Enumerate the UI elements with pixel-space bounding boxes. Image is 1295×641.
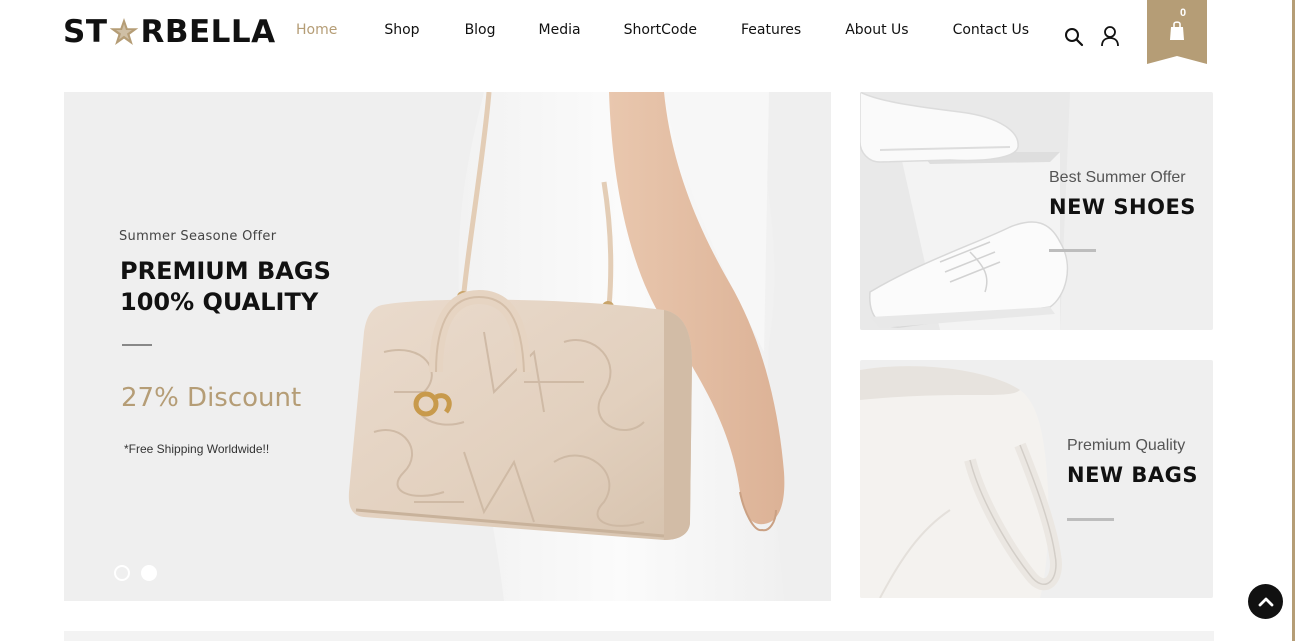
next-section-top	[64, 631, 1214, 641]
logo-text-left: ST	[63, 14, 108, 50]
hero-shipping-note: *Free Shipping Worldwide!!	[124, 442, 270, 456]
hero-bag-image	[348, 92, 785, 601]
slider-dot-2[interactable]	[141, 565, 157, 581]
nav-features[interactable]: Features	[741, 22, 801, 42]
site-header: ST RBELLA Home Shop Blog Media ShortCode…	[0, 0, 1290, 64]
site-logo[interactable]: ST RBELLA	[63, 14, 276, 50]
hero-title: PREMIUM BAGS 100% QUALITY	[120, 256, 420, 318]
banner-new-bags[interactable]: Premium Quality NEW BAGS	[860, 360, 1213, 598]
cart-ribbon	[1147, 0, 1207, 64]
scroll-to-top-button[interactable]	[1248, 584, 1283, 619]
banner-new-shoes[interactable]: Best Summer Offer NEW SHOES	[860, 92, 1213, 330]
banner-1-subtitle: Best Summer Offer	[1049, 169, 1186, 186]
logo-star-icon	[110, 18, 139, 45]
nav-shop[interactable]: Shop	[384, 22, 419, 42]
nav-shortcode[interactable]: ShortCode	[624, 22, 697, 42]
main-nav: Home Shop Blog Media ShortCode Features …	[296, 22, 1029, 42]
banner-2-divider	[1067, 518, 1114, 521]
nav-contact-us[interactable]: Contact Us	[953, 22, 1029, 42]
logo-text-right: RBELLA	[140, 14, 276, 50]
chevron-up-icon	[1258, 597, 1273, 606]
banner-2-subtitle: Premium Quality	[1067, 437, 1186, 454]
nav-blog[interactable]: Blog	[465, 22, 496, 42]
banner-1-divider	[1049, 249, 1096, 252]
hero-subtitle: Summer Seasone Offer	[119, 229, 277, 244]
slider-dot-1[interactable]	[114, 565, 130, 581]
account-button[interactable]	[1098, 24, 1122, 48]
search-icon	[1065, 28, 1084, 47]
hero-slider: Summer Seasone Offer PREMIUM BAGS 100% Q…	[64, 92, 831, 601]
banner-2-title: NEW BAGS	[1067, 463, 1199, 487]
cart-count-badge: 0	[1180, 7, 1187, 19]
nav-home[interactable]: Home	[296, 22, 337, 42]
hero-discount: 27% Discount	[121, 383, 302, 413]
nav-media[interactable]: Media	[539, 22, 581, 42]
search-button[interactable]	[1062, 25, 1086, 49]
banner-1-title: NEW SHOES	[1049, 195, 1196, 219]
cart-button[interactable]	[1147, 0, 1207, 64]
nav-about-us[interactable]: About Us	[845, 22, 908, 42]
hero-title-line-2: 100% QUALITY	[120, 288, 319, 316]
hero-divider	[122, 344, 152, 346]
hero-title-line-1: PREMIUM BAGS	[120, 257, 331, 285]
user-icon	[1101, 26, 1119, 47]
